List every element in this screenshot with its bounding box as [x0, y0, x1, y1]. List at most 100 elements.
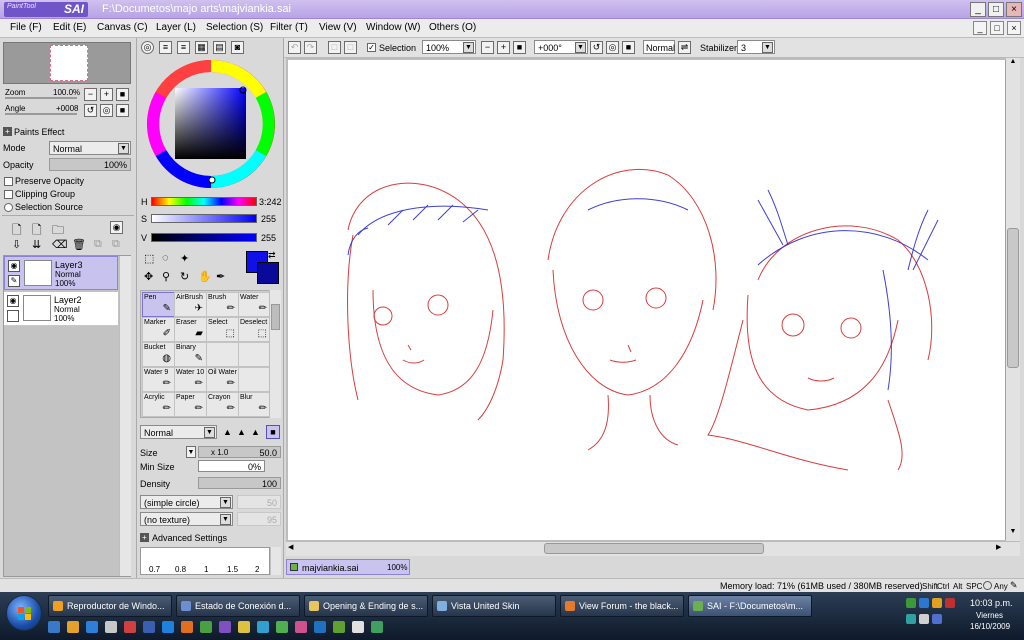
- quick-launch-icon[interactable]: [86, 621, 98, 633]
- redo-button[interactable]: ↷: [304, 41, 317, 54]
- quick-launch-icon[interactable]: [162, 621, 174, 633]
- canvas-horizontal-scrollbar[interactable]: ◀ ▶: [286, 541, 1020, 556]
- maximize-button[interactable]: □: [988, 2, 1004, 17]
- menu-selection[interactable]: Selection (S): [206, 22, 263, 33]
- tool-acrylic[interactable]: Acrylic ✏: [142, 392, 175, 417]
- zoom-in-button[interactable]: +: [497, 41, 510, 54]
- layer-opacity-slider[interactable]: 100%: [49, 158, 131, 171]
- preserve-opacity-checkbox[interactable]: [4, 177, 13, 186]
- eyedropper-icon[interactable]: ✒: [216, 270, 225, 283]
- hue-slider[interactable]: [151, 197, 257, 206]
- quick-launch-icon[interactable]: [48, 621, 60, 633]
- layer-mask-button[interactable]: ◉: [110, 221, 123, 234]
- nav-reset-button[interactable]: ■: [116, 88, 129, 101]
- tray-icon[interactable]: [932, 598, 942, 608]
- size-multiplier-dropdown[interactable]: ▼: [186, 446, 196, 458]
- tool-pen[interactable]: Pen ✎: [142, 292, 175, 317]
- tool-airbrush[interactable]: AirBrush ✈: [174, 292, 207, 317]
- rotate-right-button[interactable]: ■: [622, 41, 635, 54]
- tool-deselect[interactable]: Deselect ⬚: [238, 317, 271, 342]
- edge-medium-icon[interactable]: ▲: [237, 427, 249, 437]
- invert-selection-button[interactable]: □: [344, 41, 357, 54]
- value-slider[interactable]: [151, 233, 257, 242]
- tool-water-10[interactable]: Water 10 ✏: [174, 367, 207, 392]
- size-multiplier[interactable]: x 1.0: [211, 448, 228, 457]
- scratchpad-tab[interactable]: ▤: [213, 41, 226, 54]
- tool-select[interactable]: Select ⬚: [206, 317, 239, 342]
- color-mixer-tab[interactable]: ◙: [231, 41, 244, 54]
- size-preset[interactable]: 1.5: [227, 565, 238, 574]
- density-slider[interactable]: 100: [198, 477, 281, 489]
- size-preset[interactable]: 0.8: [175, 565, 186, 574]
- taskbar-button[interactable]: SAI - F:\Documetos\m...: [688, 595, 812, 617]
- navigator-viewport[interactable]: [50, 45, 88, 81]
- tool-crayon[interactable]: Crayon ✏: [206, 392, 239, 417]
- tool-eraser[interactable]: Eraser ▰: [174, 317, 207, 342]
- navigator-preview[interactable]: [3, 42, 131, 84]
- scroll-down-icon[interactable]: ▼: [1007, 528, 1019, 540]
- quick-launch-icon[interactable]: [276, 621, 288, 633]
- tray-icon[interactable]: [945, 598, 955, 608]
- canvas-vertical-scrollbar[interactable]: ▲ ▼: [1006, 58, 1020, 541]
- selection-checkbox[interactable]: ✓: [367, 43, 376, 52]
- tray-icon[interactable]: [906, 614, 916, 624]
- tray-icon[interactable]: [906, 598, 916, 608]
- canvas-hscroll-thumb[interactable]: [544, 543, 764, 554]
- document-tab[interactable]: majviankia.sai 100%: [286, 559, 410, 575]
- quick-launch-icon[interactable]: [371, 621, 383, 633]
- quick-launch-icon[interactable]: [352, 621, 364, 633]
- pen-lock-icon[interactable]: [7, 310, 19, 322]
- tool-water[interactable]: Water ✏: [238, 292, 271, 317]
- brush-size-slider[interactable]: x 1.0 50.0: [198, 446, 281, 458]
- color-wheel-tab[interactable]: ◎: [141, 41, 154, 54]
- paints-effect-expand-icon[interactable]: +: [3, 127, 12, 136]
- tray-icon[interactable]: [919, 598, 929, 608]
- size-preset[interactable]: 1: [204, 565, 208, 574]
- menu-view[interactable]: View (V): [319, 22, 357, 33]
- tool-bucket[interactable]: Bucket ◍: [142, 342, 175, 367]
- taskbar-button[interactable]: Reproductor de Windo...: [48, 595, 172, 617]
- taskbar-button[interactable]: Opening & Ending de s...: [304, 595, 428, 617]
- hand-icon[interactable]: ✋: [198, 270, 212, 283]
- menu-filter[interactable]: Filter (T): [270, 22, 308, 33]
- nav-zoom-in-button[interactable]: +: [100, 88, 113, 101]
- rotate-left-button[interactable]: ↺: [590, 41, 603, 54]
- doc-close-button[interactable]: ×: [1007, 21, 1021, 35]
- angle-select[interactable]: +000° ▼: [534, 40, 588, 54]
- rgb-slider-tab[interactable]: ≡: [159, 41, 172, 54]
- quick-launch-icon[interactable]: [295, 621, 307, 633]
- start-button[interactable]: [6, 595, 42, 631]
- selection-source-radio[interactable]: [4, 203, 13, 212]
- drawing-canvas[interactable]: [288, 60, 1006, 540]
- quick-launch-icon[interactable]: [314, 621, 326, 633]
- layer-mode-select[interactable]: Normal ▼: [49, 141, 131, 155]
- size-preset[interactable]: 0.7: [149, 565, 160, 574]
- quick-launch-icon[interactable]: [143, 621, 155, 633]
- quick-launch-icon[interactable]: [238, 621, 250, 633]
- nav-rotate-left-button[interactable]: ↺: [84, 104, 97, 117]
- layer-list-scrollbar[interactable]: [119, 256, 131, 576]
- edge-flat-icon[interactable]: ■: [266, 425, 280, 439]
- nav-zoom-slider[interactable]: [5, 97, 77, 99]
- tool-blur[interactable]: Blur ✏: [238, 392, 271, 417]
- quick-launch-icon[interactable]: [181, 621, 193, 633]
- menu-layer[interactable]: Layer (L): [156, 22, 196, 33]
- lasso-icon[interactable]: ◌: [162, 252, 169, 264]
- edge-soft-icon[interactable]: ▲: [251, 427, 263, 437]
- pen-lock-icon[interactable]: ✎: [8, 275, 20, 287]
- magic-wand-icon[interactable]: ✦: [180, 252, 189, 265]
- swap-colors-icon[interactable]: ⇄: [268, 250, 276, 261]
- menu-file[interactable]: File (F): [10, 22, 42, 33]
- flip-view-button[interactable]: ⇌: [678, 41, 691, 54]
- layer-row-layer2[interactable]: ◉ Layer2 Normal 100%: [4, 292, 118, 326]
- visibility-eye-icon[interactable]: ◉: [8, 260, 20, 272]
- quick-launch-icon[interactable]: [105, 621, 117, 633]
- doc-restore-button[interactable]: □: [990, 21, 1004, 35]
- tool-grid-scrollbar[interactable]: [269, 290, 281, 418]
- tool-water-9[interactable]: Water 9 ✏: [142, 367, 175, 392]
- nav-angle-slider[interactable]: [5, 113, 77, 115]
- rotate-icon[interactable]: ↻: [180, 270, 189, 283]
- view-blend-mode[interactable]: Normal: [643, 40, 675, 54]
- taskbar-button[interactable]: Estado de Conexión d...: [176, 595, 300, 617]
- zoom-reset-button[interactable]: ■: [513, 41, 526, 54]
